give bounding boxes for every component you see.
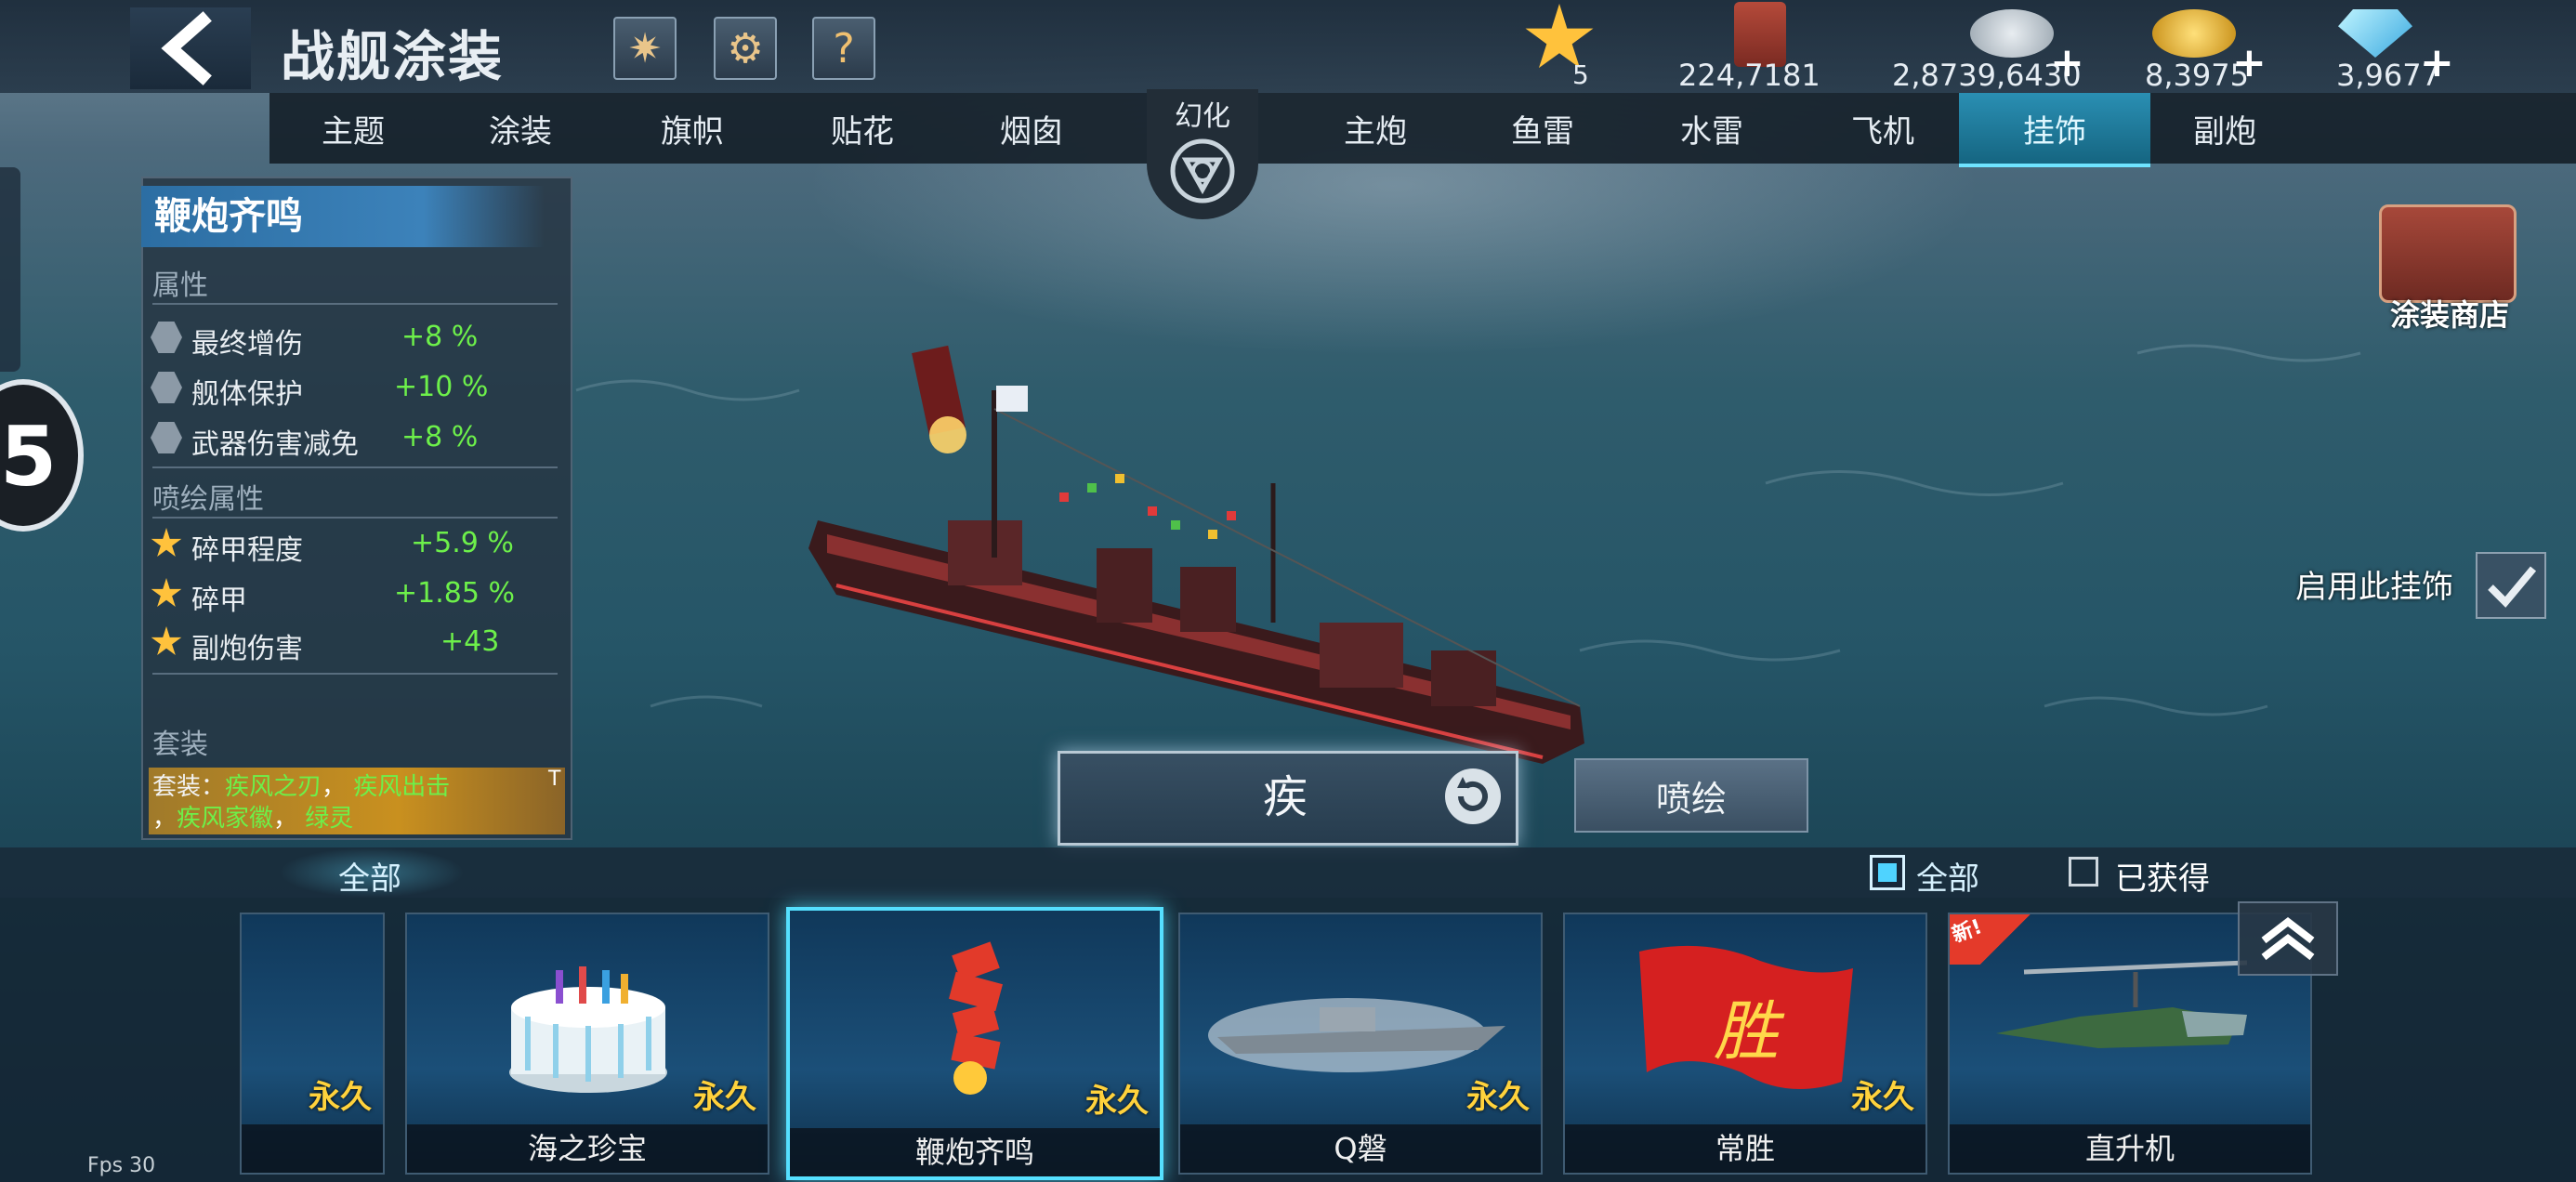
spray-attribute-value: +5.9 %: [411, 527, 514, 559]
attribute-name: 舰体保护: [191, 378, 303, 411]
attribute-value: +10 %: [394, 371, 489, 403]
page-title: 战舰涂装: [281, 25, 505, 88]
tab-flag[interactable]: 旗帜: [618, 93, 767, 164]
item-card[interactable]: 永久 海之珍宝: [405, 913, 769, 1175]
tab-mine[interactable]: 水雷: [1656, 93, 1768, 164]
item-card[interactable]: 永久: [240, 913, 385, 1175]
spray-attribute-value: +43: [440, 625, 500, 658]
firework-button[interactable]: ✷: [613, 17, 677, 80]
item-name: 海之珍宝: [407, 1124, 768, 1173]
set-corner-icon: T: [548, 768, 561, 791]
checkbox-box: [2069, 857, 2098, 886]
filter-obtained-label: 已获得: [2115, 860, 2210, 898]
gold-coins-icon: [2152, 9, 2236, 58]
help-button[interactable]: ?: [812, 17, 875, 80]
silver-coins-icon: [1970, 9, 2054, 58]
transform-label: 幻化: [1175, 100, 1230, 133]
shop-chest-icon[interactable]: [2379, 204, 2517, 303]
checked-indicator: [1878, 863, 1897, 882]
tab-ornament[interactable]: 挂饰: [1959, 93, 2150, 167]
tab-aircraft[interactable]: 飞机: [1827, 93, 1939, 164]
spray-attribute-name: 碎甲程度: [191, 534, 303, 567]
ship-model-icon: [1208, 998, 1505, 1072]
spray-attributes-heading: 喷绘属性: [152, 483, 264, 516]
tab-theme[interactable]: 主题: [279, 93, 427, 164]
chevron-up-icon: [2261, 916, 2315, 961]
set-item: 绿灵: [305, 805, 354, 833]
filter-all-checkbox[interactable]: [1870, 855, 1905, 890]
equip-ornament-checkbox[interactable]: [2476, 552, 2546, 619]
item-name: Q磐: [1180, 1124, 1541, 1173]
spray-attribute-value: +1.85 %: [394, 577, 515, 610]
side-drawer-handle[interactable]: [0, 167, 20, 372]
level-badge-number: 5: [0, 409, 58, 505]
permanent-tag: 永久: [1851, 1079, 1914, 1116]
set-item: 疾风出击: [353, 773, 451, 801]
add-silver-button[interactable]: +: [2050, 39, 2084, 86]
firecracker-icon: [949, 941, 1003, 1095]
star-count: 5: [1572, 59, 1589, 90]
divider: [152, 517, 558, 519]
expand-tray-button[interactable]: [2238, 901, 2338, 976]
back-arrow-icon: [161, 11, 212, 85]
set-heading: 套装: [152, 729, 208, 761]
transform-icon: [1167, 136, 1238, 210]
tab-torpedo[interactable]: 鱼雷: [1487, 93, 1598, 164]
shop-label[interactable]: 涂装商店: [2390, 292, 2509, 335]
settings-button[interactable]: ⚙: [714, 17, 777, 80]
add-gold-button[interactable]: +: [2232, 39, 2267, 86]
item-card[interactable]: 永久 Q磐: [1178, 913, 1543, 1175]
item-name: [242, 1124, 383, 1173]
refresh-icon[interactable]: [1442, 766, 1504, 831]
set-prefix: 套装：: [152, 773, 226, 801]
attribute-value: +8 %: [401, 421, 479, 453]
set-bonus-text: 套装：疾风之刃， 疾风出击 ，疾风家徽， 绿灵: [152, 773, 451, 833]
item-name: 鞭炮齐鸣: [790, 1128, 1160, 1176]
spray-attribute-name: 副炮伤害: [191, 633, 303, 665]
tab-main-gun[interactable]: 主炮: [1320, 93, 1431, 164]
paint-count: 224,7181: [1678, 58, 1820, 93]
skin-name: 鞭炮齐鸣: [141, 186, 545, 247]
item-name: 常胜: [1565, 1124, 1925, 1173]
checkmark-icon: [2488, 566, 2537, 608]
flag-glyph: 胜: [1714, 993, 1779, 1070]
tab-secondary-gun[interactable]: 副炮: [2169, 93, 2280, 164]
firework-icon: ✷: [627, 24, 663, 72]
tab-funnel[interactable]: 烟囱: [957, 93, 1106, 164]
permanent-tag: 永久: [1085, 1083, 1149, 1120]
cake-icon: [509, 966, 667, 1093]
fps-counter: Fps 30: [87, 1154, 156, 1177]
tab-paint[interactable]: 涂装: [446, 93, 595, 164]
attribute-name: 最终增伤: [191, 328, 303, 361]
tab-decal[interactable]: 贴花: [788, 93, 937, 164]
item-card-selected[interactable]: 永久 鞭炮齐鸣: [786, 907, 1163, 1180]
item-name: 直升机: [1950, 1124, 2310, 1173]
permanent-tag: 永久: [1466, 1079, 1530, 1116]
filter-tab-all[interactable]: 全部: [338, 853, 401, 899]
helicopter-icon: [1996, 960, 2248, 1048]
gear-icon: ⚙: [727, 24, 764, 72]
spray-attribute-name: 碎甲: [191, 584, 247, 617]
divider: [152, 673, 558, 675]
permanent-tag: 永久: [309, 1079, 372, 1116]
spray-button[interactable]: 喷绘: [1574, 758, 1808, 833]
filter-all-label: 全部: [1916, 860, 1979, 898]
add-diamond-button[interactable]: +: [2420, 39, 2454, 86]
attribute-name: 武器伤害减免: [191, 428, 359, 461]
divider: [152, 466, 558, 468]
back-button[interactable]: [130, 7, 251, 89]
attributes-heading: 属性: [152, 269, 208, 302]
set-item: 疾风家徽: [177, 805, 274, 833]
divider: [152, 303, 558, 305]
equip-ornament-label: 启用此挂饰: [2295, 569, 2453, 606]
set-item: 疾风之刃: [225, 773, 322, 801]
question-icon: ?: [833, 24, 855, 72]
filter-obtained-checkbox[interactable]: [2069, 857, 2098, 890]
permanent-tag: 永久: [693, 1079, 756, 1116]
attribute-value: +8 %: [401, 321, 479, 353]
warship-model: [808, 345, 1584, 764]
item-card[interactable]: 胜 永久 常胜: [1563, 913, 1927, 1175]
